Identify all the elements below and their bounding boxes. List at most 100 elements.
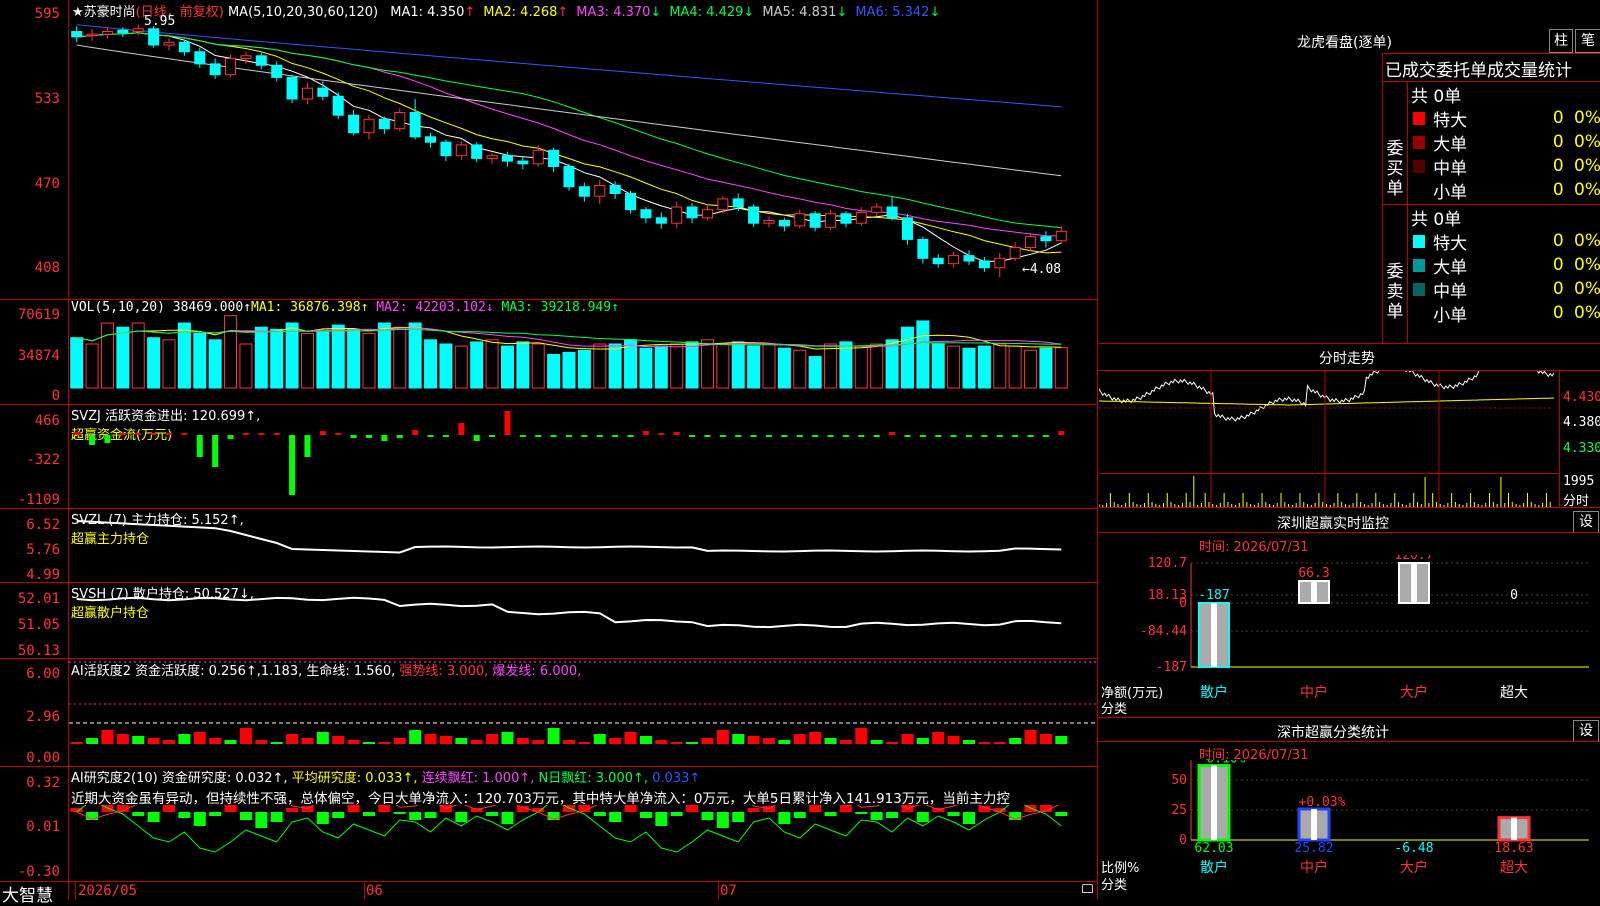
research-bar xyxy=(393,812,406,814)
research-bar xyxy=(486,812,499,816)
flow-bar xyxy=(689,435,696,437)
right-panel: 龙虎看盘(逐单) 柱 笔 已成交委托单成交量统计 委买单 共 0单 特大 0 0% 大… xyxy=(1099,0,1600,900)
activity-bar xyxy=(1009,738,1022,744)
order-percent: 0% xyxy=(1574,180,1600,200)
candle-body xyxy=(548,149,560,168)
flow-bar xyxy=(673,432,680,435)
order-count: 0 xyxy=(1552,156,1564,176)
volume-bar xyxy=(393,326,407,389)
activity-bar xyxy=(270,742,283,744)
research-bar xyxy=(239,812,252,820)
activity-bar xyxy=(470,740,483,744)
flow-bar xyxy=(196,435,203,457)
flow-bar xyxy=(996,435,1003,437)
candle-body xyxy=(471,144,483,159)
research-bar xyxy=(870,812,883,820)
candle-body xyxy=(517,160,529,165)
order-label: 中单 xyxy=(1433,158,1468,179)
research-bar xyxy=(947,812,960,816)
sz-class-settings-button[interactable]: 设 xyxy=(1573,720,1599,742)
flow-bar xyxy=(458,423,465,435)
order-count: 0 xyxy=(1552,132,1564,152)
research-bar xyxy=(624,805,637,812)
intraday-axis-tick: 4.430 xyxy=(1563,390,1600,405)
bar-mode-button[interactable]: 柱 xyxy=(1549,29,1573,53)
candle-body xyxy=(1055,230,1067,242)
volume-chart xyxy=(70,315,1068,389)
order-percent: 0% xyxy=(1574,132,1600,152)
activity-bar xyxy=(963,740,975,744)
research-bar xyxy=(224,805,237,812)
class-axis-tick: 0 xyxy=(1179,833,1187,848)
candle-body xyxy=(717,198,729,211)
activity-bar xyxy=(101,730,114,744)
candle-body xyxy=(425,136,437,143)
candle-body xyxy=(409,112,421,138)
flow-bar xyxy=(1058,431,1065,435)
vol-axis-tick: 0 xyxy=(51,388,60,404)
flow-bar xyxy=(212,435,219,467)
volume-bar xyxy=(485,339,499,389)
volume-bar xyxy=(731,341,745,389)
flow-bar xyxy=(489,435,496,437)
ai1-axis-tick: 2.96 xyxy=(26,709,60,725)
order-percent: 0% xyxy=(1574,279,1600,299)
class-category-label: 中户 xyxy=(1300,859,1328,876)
flow-bar xyxy=(319,431,326,435)
ai2-label: AI研究度2(10) 资金研究度: 0.032↑, xyxy=(71,771,288,786)
activity-bar xyxy=(286,734,299,744)
vol-label: VOL(5,10,20) xyxy=(71,300,165,315)
volume-bar xyxy=(147,337,161,389)
ai2-nday: N日飘红: 3.000↑, xyxy=(538,771,649,786)
class-category-label: 大户 xyxy=(1400,859,1428,876)
sell-total: 共 0单 xyxy=(1411,210,1462,230)
flow-bar xyxy=(627,435,634,437)
research-bar xyxy=(270,812,283,822)
lock-icon[interactable] xyxy=(1082,884,1093,893)
volume-bar xyxy=(547,353,561,389)
app-logo[interactable]: 大智慧 xyxy=(2,881,53,906)
candle-body xyxy=(1009,247,1021,259)
candle-body xyxy=(363,118,375,134)
flow-bar xyxy=(796,435,803,437)
flow-bar xyxy=(550,435,557,437)
research-bar xyxy=(455,812,468,822)
volume-bar xyxy=(285,322,299,389)
research-bar xyxy=(593,812,606,816)
candle-body xyxy=(378,118,390,130)
flow-bar xyxy=(935,435,942,437)
date-tick: 06 xyxy=(366,883,383,899)
vol-axis-tick: 34874 xyxy=(17,348,60,364)
order-row: 特大 0 0% xyxy=(1409,106,1600,131)
monitor-value-label: 66.3 xyxy=(1298,566,1329,581)
research-bar xyxy=(655,812,668,826)
candle-body xyxy=(194,51,206,65)
order-row: 特大 0 0% xyxy=(1409,229,1600,254)
svsh-axis-tick: 50.13 xyxy=(17,643,60,659)
flow-bar xyxy=(258,433,265,435)
activity-bar xyxy=(670,742,683,744)
flow-bar xyxy=(89,435,96,445)
activity-bar xyxy=(1024,730,1037,744)
class-bar-highlight xyxy=(1511,817,1517,840)
volume-bar xyxy=(162,339,176,389)
flow-bar xyxy=(704,435,711,437)
candle-body xyxy=(225,58,237,76)
sz-monitor-settings-button[interactable]: 设 xyxy=(1573,511,1599,533)
candle-body xyxy=(317,87,329,97)
activity-bar xyxy=(824,738,837,744)
flow-bar xyxy=(119,433,126,435)
research-bar xyxy=(363,812,375,816)
volume-bar xyxy=(685,341,699,389)
tick-mode-button[interactable]: 笔 xyxy=(1575,29,1600,53)
volume-bar xyxy=(762,343,776,389)
order-count: 0 xyxy=(1552,279,1564,299)
order-count: 0 xyxy=(1552,231,1564,251)
right-frame-line xyxy=(1097,0,1098,900)
candlestick-chart xyxy=(71,24,1067,278)
activity-bar xyxy=(239,728,252,744)
research-bar xyxy=(332,812,345,818)
flow-bar xyxy=(135,433,142,435)
candle-body xyxy=(301,87,313,100)
flow-bar xyxy=(1042,435,1049,437)
